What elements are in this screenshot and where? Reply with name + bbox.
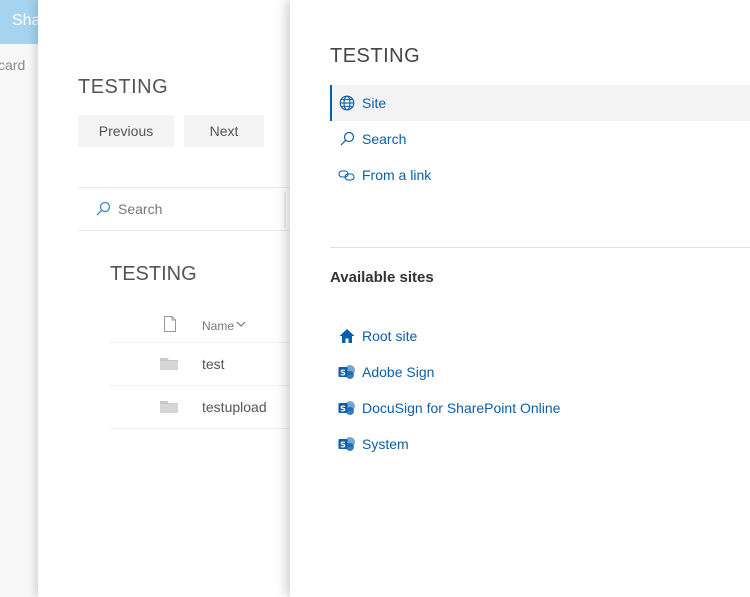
library-title: TESTING — [110, 263, 197, 285]
background-card-text: card — [0, 57, 26, 73]
document-icon — [164, 316, 176, 332]
list-item-label: test — [202, 356, 225, 372]
folder-icon — [160, 358, 178, 370]
background-app: SharePoint card — [0, 0, 40, 597]
file-browser-panel: TESTING Previous Next Search TESTING Nam… — [38, 0, 290, 597]
site-item-label: System — [362, 436, 409, 452]
nav-item-label: Search — [362, 131, 407, 147]
list-item[interactable]: testupload — [110, 386, 290, 429]
site-item-adobe-sign[interactable]: S Adobe Sign — [330, 354, 750, 390]
nav-item-label: Site — [362, 95, 387, 111]
svg-text:S: S — [340, 369, 346, 378]
panel-title: TESTING — [78, 76, 169, 98]
previous-button[interactable]: Previous — [78, 115, 174, 147]
sharepoint-icon: S — [338, 363, 356, 381]
search-divider — [284, 192, 286, 228]
column-header-row: Name — [110, 308, 290, 343]
section-divider — [330, 247, 750, 248]
search-box[interactable]: Search — [78, 187, 290, 231]
search-placeholder: Search — [118, 201, 163, 217]
site-item-docusign[interactable]: S DocuSign for SharePoint Online — [330, 390, 750, 426]
site-picker-panel: TESTING Site Search From a link Availabl… — [290, 0, 750, 597]
app-header-title: SharePoint — [12, 12, 40, 29]
next-button[interactable]: Next — [184, 115, 264, 147]
sharepoint-icon: S — [338, 399, 356, 417]
link-icon — [338, 166, 356, 184]
site-item-label: Adobe Sign — [362, 364, 435, 380]
search-icon — [96, 201, 111, 216]
list-item[interactable]: test — [110, 343, 290, 386]
globe-icon — [338, 94, 356, 112]
svg-text:S: S — [340, 441, 346, 450]
sharepoint-icon: S — [338, 435, 356, 453]
nav-item-search[interactable]: Search — [330, 121, 750, 157]
available-sites-heading: Available sites — [330, 269, 434, 286]
nav-item-label: From a link — [362, 167, 432, 183]
chevron-down-icon[interactable] — [236, 320, 246, 328]
home-icon — [338, 327, 356, 345]
nav-item-site[interactable]: Site — [330, 85, 750, 121]
svg-text:S: S — [340, 405, 346, 414]
site-item-label: DocuSign for SharePoint Online — [362, 400, 561, 416]
column-name-header[interactable]: Name — [202, 319, 234, 333]
site-item-label: Root site — [362, 328, 418, 344]
list-item-label: testupload — [202, 399, 267, 415]
app-header: SharePoint — [0, 0, 40, 44]
nav-item-from-link[interactable]: From a link — [330, 157, 750, 193]
site-item-system[interactable]: S System — [330, 426, 750, 462]
picker-title: TESTING — [330, 45, 421, 67]
search-icon — [338, 130, 356, 148]
folder-icon — [160, 401, 178, 413]
site-item-root[interactable]: Root site — [330, 318, 750, 354]
